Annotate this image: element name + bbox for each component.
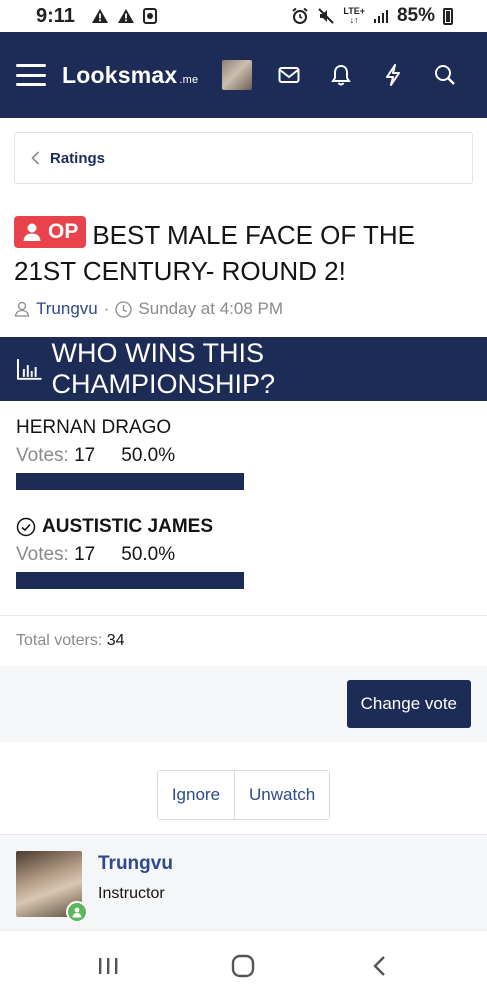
- menu-icon[interactable]: [16, 64, 46, 86]
- poll-results: HERNAN DRAGO Votes: 17 50.0% AUSTISTIC J…: [0, 401, 487, 589]
- account-avatar[interactable]: [211, 55, 263, 95]
- battery-icon: [443, 7, 453, 25]
- poll-header: WHO WINS THIS CHAMPIONSHIP?: [0, 337, 487, 401]
- status-bar: 9:11 LTE+ ↓↑ 85%: [0, 0, 487, 32]
- total-voters: Total voters: 34: [16, 632, 125, 649]
- inbox-icon[interactable]: [263, 55, 315, 95]
- post-user-card: Trungvu Instructor: [0, 834, 487, 943]
- system-nav-bar: [0, 930, 487, 1000]
- poll-option-name: AUSTISTIC JAMES: [16, 516, 471, 538]
- votes-label: Votes:: [16, 445, 69, 466]
- op-badge: OP: [14, 216, 87, 248]
- check-circle-icon: [16, 517, 36, 537]
- thread-actions: Ignore Unwatch: [156, 770, 331, 820]
- poll-question: WHO WINS THIS CHAMPIONSHIP?: [51, 338, 276, 399]
- warning-icon: [91, 9, 108, 23]
- avatar[interactable]: [16, 851, 88, 923]
- search-icon[interactable]: [419, 55, 471, 95]
- user-outline-icon: [14, 301, 30, 317]
- votes-label: Votes:: [16, 544, 69, 565]
- ignore-button[interactable]: Ignore: [157, 771, 235, 819]
- poll-actions: Change vote: [0, 666, 487, 742]
- bell-icon[interactable]: [315, 55, 367, 95]
- poll-bar: [16, 572, 244, 589]
- votes-percent: 50.0%: [121, 544, 176, 565]
- warning-icon: [117, 9, 134, 23]
- breadcrumb-label: Ratings: [50, 149, 106, 167]
- online-status-icon: [66, 901, 88, 923]
- poll-option-name: HERNAN DRAGO: [16, 417, 172, 438]
- mute-icon: [318, 8, 335, 24]
- poll-bar-fill: [16, 473, 244, 490]
- unwatch-button[interactable]: Unwatch: [234, 771, 330, 819]
- poll-bar-fill: [16, 572, 244, 589]
- status-time: 9:11: [36, 4, 75, 27]
- poll-bar: [16, 473, 244, 490]
- bar-chart-icon: [16, 359, 42, 380]
- site-logo[interactable]: Looksmax .me: [62, 62, 198, 89]
- chevron-left-icon: [31, 151, 40, 165]
- poll-option: AUSTISTIC JAMES Votes: 17 50.0%: [16, 516, 471, 589]
- user-icon: [23, 223, 41, 241]
- post-username[interactable]: Trungvu: [98, 853, 173, 875]
- thread-date[interactable]: Sunday at 4:08 PM: [138, 299, 283, 319]
- signal-icon: [373, 10, 388, 23]
- recent-apps-icon[interactable]: [78, 946, 138, 986]
- screenshot-notification-icon: [142, 8, 157, 24]
- change-vote-button[interactable]: Change vote: [346, 680, 471, 728]
- battery-percent: 85%: [396, 5, 435, 26]
- breadcrumb[interactable]: Ratings: [14, 132, 473, 184]
- alarm-icon: [292, 7, 309, 24]
- network-type: LTE+ ↓↑: [343, 6, 365, 25]
- votes-count: 17: [74, 445, 96, 466]
- total-voters-value: 34: [106, 632, 125, 649]
- top-navbar: Looksmax .me: [0, 32, 487, 118]
- home-icon[interactable]: [213, 946, 273, 986]
- votes-count: 17: [74, 544, 96, 565]
- poll-option: HERNAN DRAGO Votes: 17 50.0%: [16, 417, 471, 490]
- clock-icon: [115, 300, 133, 318]
- thread-title: OP BEST MALE FACE OF THE 21ST CENTURY- R…: [0, 184, 487, 289]
- back-icon[interactable]: [349, 946, 409, 986]
- post-user-title: Instructor: [98, 885, 165, 902]
- thread-author[interactable]: Trungvu: [36, 299, 98, 319]
- lightning-icon[interactable]: [367, 55, 419, 95]
- thread-meta: Trungvu · Sunday at 4:08 PM: [0, 289, 487, 319]
- votes-percent: 50.0%: [121, 445, 176, 466]
